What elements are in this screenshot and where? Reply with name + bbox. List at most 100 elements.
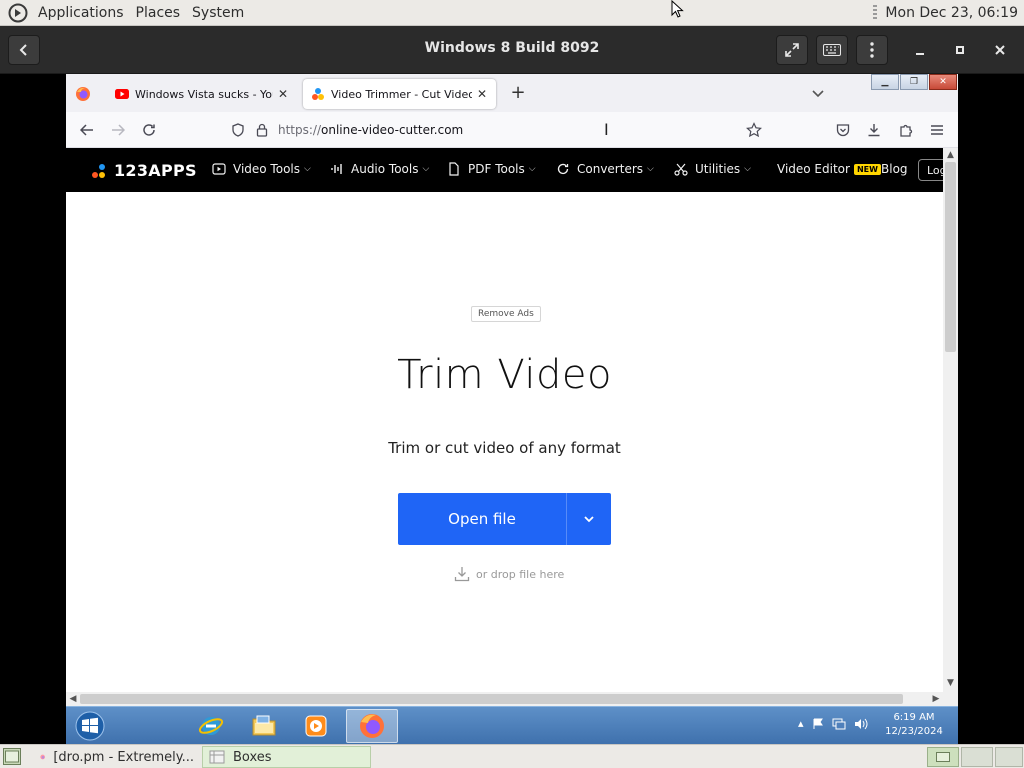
start-button[interactable] <box>68 709 112 743</box>
menu-button[interactable] <box>856 35 888 65</box>
boxes-app-icon <box>209 750 225 764</box>
menu-label: Audio Tools <box>351 162 419 176</box>
menu-converters[interactable]: Converters ⌵ <box>556 162 654 176</box>
panel-drag-handle[interactable] <box>873 4 878 21</box>
menu-label: Video Tools <box>233 162 300 176</box>
firefox-icon <box>40 754 45 760</box>
firefox-nav-bar: https://online-video-cutter.com I <box>66 112 958 148</box>
minimize-button[interactable] <box>904 35 936 65</box>
scissors-icon <box>674 162 688 176</box>
close-button[interactable] <box>984 35 1016 65</box>
menu-video-tools[interactable]: Video Tools ⌵ <box>212 162 311 176</box>
back-button[interactable] <box>78 121 96 139</box>
open-file-dropdown[interactable] <box>567 493 611 545</box>
site-security-icon[interactable] <box>253 121 271 139</box>
site-logo[interactable]: 123APPS <box>92 161 197 180</box>
scroll-thumb[interactable] <box>945 162 956 352</box>
menu-label: Video Editor <box>777 162 850 176</box>
scroll-up-icon[interactable]: ▲ <box>945 150 956 161</box>
site-nav-bar: 123APPS Video Tools ⌵ Audio Tools ⌵ PDF To… <box>66 148 943 192</box>
applications-menu[interactable]: Applications <box>32 5 130 21</box>
download-icon <box>868 124 880 137</box>
tab-close-icon[interactable]: ✕ <box>277 87 289 101</box>
extensions-button[interactable] <box>897 121 915 139</box>
firefox-icon <box>360 714 384 738</box>
taskbar-media-player[interactable] <box>290 709 342 743</box>
reload-button[interactable] <box>140 121 158 139</box>
action-center-flag-icon[interactable] <box>812 718 824 730</box>
scroll-down-icon[interactable]: ▼ <box>945 678 956 689</box>
new-tab-button[interactable]: + <box>506 82 530 106</box>
win-restore-button[interactable]: ❐ <box>900 74 928 90</box>
downloads-button[interactable] <box>865 121 883 139</box>
places-menu[interactable]: Places <box>130 5 187 21</box>
window-list-title: [dro.pm - Extremely... <box>53 749 194 765</box>
taskbar-internet-explorer[interactable] <box>185 709 237 743</box>
vm-display[interactable]: Windows Vista sucks - YouTube ✕ Video Tr… <box>66 74 958 744</box>
menu-pdf-tools[interactable]: PDF Tools ⌵ <box>447 162 536 176</box>
window-list-item-boxes[interactable]: Boxes <box>202 746 371 768</box>
tab-title: Windows Vista sucks - YouTube <box>135 87 273 101</box>
bookmark-button[interactable] <box>745 121 763 139</box>
menu-blog[interactable]: Blog <box>881 162 908 176</box>
menu-utilities[interactable]: Utilities ⌵ <box>674 162 751 176</box>
network-icon[interactable] <box>832 718 846 730</box>
vertical-scrollbar[interactable]: ▲ ▼ <box>943 148 958 692</box>
document-icon <box>447 162 461 176</box>
tab-youtube[interactable]: Windows Vista sucks - YouTube ✕ <box>107 79 297 109</box>
system-menu[interactable]: System <box>186 5 250 21</box>
scroll-thumb[interactable] <box>80 694 903 704</box>
menu-video-editor[interactable]: Video Editor NEW <box>777 162 881 176</box>
text-cursor-icon: I <box>604 120 609 139</box>
taskbar-time: 6:19 AM <box>893 712 935 723</box>
gnome-foot-icon[interactable] <box>8 3 28 23</box>
show-desktop-icon[interactable] <box>3 748 21 765</box>
chevron-down-icon <box>584 516 594 523</box>
close-icon: ✕ <box>939 77 947 87</box>
taskbar-clock[interactable]: 6:19 AM 12/23/2024 <box>884 711 944 739</box>
scroll-right-icon[interactable]: ▶ <box>930 692 942 706</box>
pocket-button[interactable] <box>834 121 852 139</box>
back-button[interactable] <box>8 35 40 65</box>
volume-icon[interactable] <box>854 718 868 730</box>
workspace-2[interactable] <box>961 747 993 767</box>
menu-audio-tools[interactable]: Audio Tools ⌵ <box>330 162 429 176</box>
kebab-menu-icon <box>870 42 874 58</box>
keyboard-button[interactable] <box>816 35 848 65</box>
forward-button[interactable] <box>109 121 127 139</box>
show-hidden-icons-icon[interactable]: ▴ <box>798 717 804 730</box>
scroll-left-icon[interactable]: ◀ <box>67 692 79 706</box>
keyboard-icon <box>823 44 841 56</box>
maximize-button[interactable] <box>944 35 976 65</box>
maximize-icon <box>956 46 964 54</box>
hero-title: Trim Video <box>397 352 612 398</box>
workspace-1[interactable] <box>927 747 959 767</box>
window-list-item-dropm[interactable]: [dro.pm - Extremely... <box>34 746 200 768</box>
fullscreen-button[interactable] <box>776 35 808 65</box>
tracking-protection-icon[interactable] <box>229 121 247 139</box>
taskbar-firefox[interactable] <box>346 709 398 743</box>
back-arrow-icon <box>19 44 27 56</box>
login-button[interactable]: Log <box>918 159 943 181</box>
forward-arrow-icon <box>112 124 125 136</box>
tab-close-icon[interactable]: ✕ <box>476 87 488 101</box>
win-minimize-button[interactable]: ▁ <box>871 74 899 90</box>
open-file-button[interactable]: Open file <box>398 493 566 545</box>
new-badge: NEW <box>853 163 881 175</box>
app-menu-button[interactable] <box>928 121 946 139</box>
url-bar[interactable]: https://online-video-cutter.com <box>278 123 463 137</box>
firefox-icon[interactable] <box>75 86 91 102</box>
window-thumbnail-icon <box>936 752 950 762</box>
panel-clock[interactable]: Mon Dec 23, 06:19 <box>885 5 1018 21</box>
123apps-icon <box>312 88 324 100</box>
horizontal-scrollbar[interactable]: ◀ ▶ <box>66 692 958 706</box>
list-all-tabs-icon[interactable] <box>809 84 827 102</box>
play-icon <box>212 162 226 176</box>
logo-text: 123APPS <box>114 161 197 180</box>
workspace-3[interactable] <box>995 747 1023 767</box>
tab-video-trimmer[interactable]: Video Trimmer - Cut Video Onl ✕ <box>303 79 496 109</box>
win-close-button[interactable]: ✕ <box>929 74 957 90</box>
window-controls: ▁ ❐ ✕ <box>870 74 957 92</box>
taskbar-file-explorer[interactable] <box>238 709 290 743</box>
remove-ads-button[interactable]: Remove Ads <box>471 306 541 322</box>
